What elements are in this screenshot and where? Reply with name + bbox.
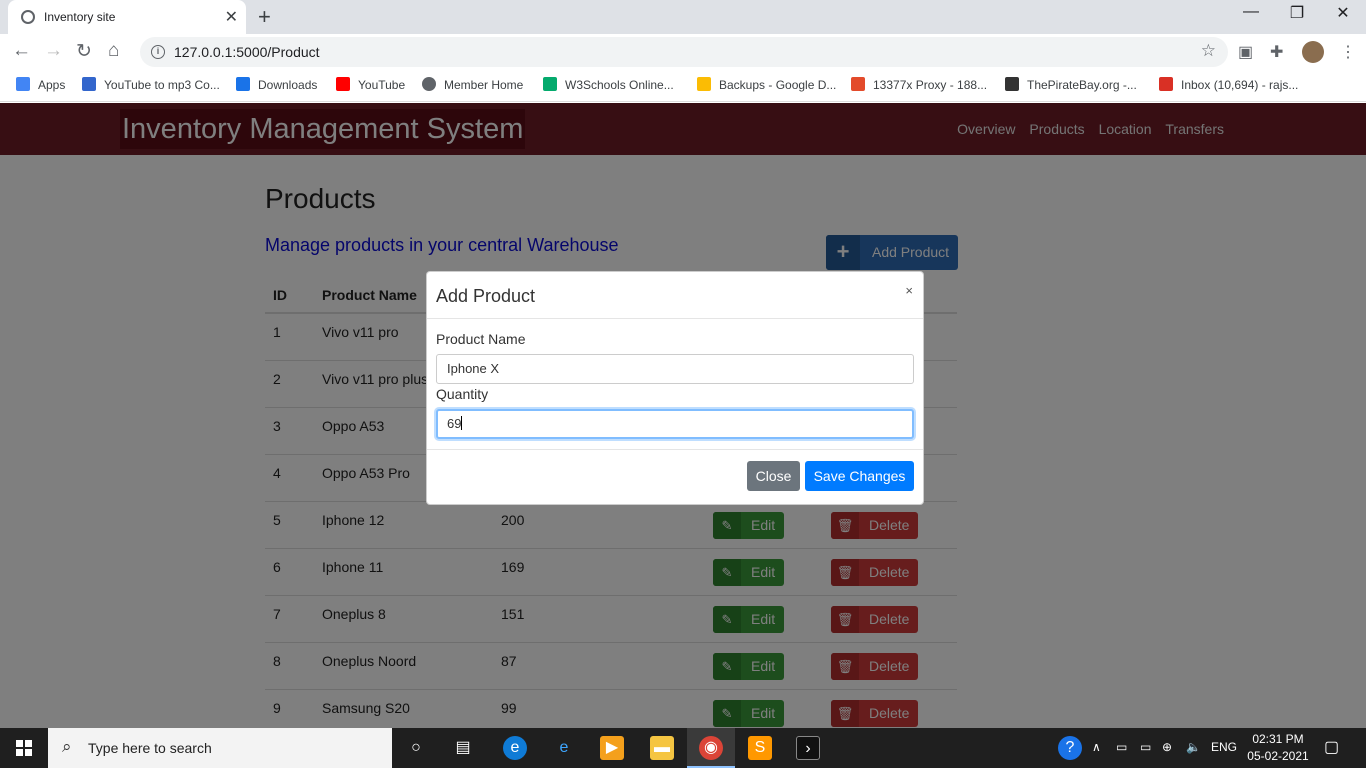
ytmp3-icon — [82, 77, 96, 91]
apps-grid-icon — [16, 77, 30, 91]
site-info-icon[interactable]: i — [151, 45, 165, 59]
globe-icon — [422, 77, 436, 91]
notification-icon[interactable]: ▢ — [1324, 737, 1339, 757]
edge-icon[interactable]: e — [503, 736, 527, 760]
bookmark-piratebay[interactable]: ThePirateBay.org -... — [1005, 77, 1137, 92]
tray-chevron-icon[interactable]: ∧ — [1092, 740, 1101, 754]
globe-icon — [21, 10, 35, 24]
ship-icon — [1005, 77, 1019, 91]
bookmark-downloads[interactable]: Downloads — [236, 77, 317, 92]
start-button[interactable] — [0, 728, 48, 768]
add-product-modal: Add Product × Product Name Iphone X Quan… — [426, 271, 924, 505]
task-view-icon[interactable]: ▤ — [451, 736, 475, 760]
url-text: 127.0.0.1:5000/Product — [174, 44, 320, 60]
google-drive-icon — [697, 77, 711, 91]
taskbar-search[interactable]: ⌕ Type here to search — [48, 728, 392, 768]
chrome-icon[interactable]: ◉ — [699, 736, 723, 760]
quantity-label: Quantity — [436, 386, 489, 402]
bookmarks-bar: Apps YouTube to mp3 Co... Downloads YouT… — [0, 70, 1366, 102]
cortana-icon[interactable]: ○ — [404, 736, 428, 760]
forward-icon[interactable]: → — [44, 40, 63, 62]
new-tab-button[interactable]: + — [258, 4, 271, 30]
address-bar[interactable]: i 127.0.0.1:5000/Product ☆ — [140, 37, 1228, 67]
windows-logo-icon — [16, 740, 32, 756]
windows-taskbar: ⌕ Type here to search ○ ▤ e e ▶ ▬ ◉ S › … — [0, 728, 1366, 768]
back-icon[interactable]: ← — [12, 40, 31, 62]
menu-dots-icon[interactable]: ⋮ — [1340, 42, 1356, 62]
x-icon — [851, 77, 865, 91]
modal-header: Add Product × — [427, 272, 923, 319]
bookmark-yt-mp3[interactable]: YouTube to mp3 Co... — [82, 77, 220, 92]
ie-icon[interactable]: e — [552, 736, 576, 760]
media-player-icon[interactable]: ▶ — [600, 736, 624, 760]
clock-date: 05-02-2021 — [1247, 749, 1309, 763]
battery-icon[interactable]: ▭ — [1140, 740, 1151, 754]
save-changes-button[interactable]: Save Changes — [805, 461, 914, 491]
window-close-icon[interactable]: ✕ — [1320, 3, 1366, 23]
bookmark-w3schools[interactable]: W3Schools Online... — [543, 77, 674, 92]
puzzle-icon[interactable]: ✚ — [1270, 42, 1283, 62]
youtube-icon — [336, 77, 350, 91]
quantity-input[interactable]: 69 — [436, 409, 914, 439]
search-icon: ⌕ — [62, 737, 72, 756]
reload-icon[interactable]: ↻ — [76, 40, 92, 63]
network-icon[interactable]: ⊕ — [1162, 740, 1172, 754]
bookmark-member-home[interactable]: Member Home — [422, 77, 523, 92]
meet-icon[interactable]: ▭ — [1116, 740, 1127, 754]
close-button[interactable]: Close — [747, 461, 800, 491]
bookmark-star-icon[interactable]: ☆ — [1201, 41, 1216, 61]
browser-tab-strip: Inventory site ✕ + — ❐ ✕ — [0, 0, 1366, 34]
modal-footer: Close Save Changes — [427, 449, 923, 505]
search-placeholder: Type here to search — [88, 740, 212, 756]
tab-title: Inventory site — [44, 10, 116, 24]
extension-icon[interactable]: ▣ — [1238, 42, 1253, 62]
bookmark-youtube[interactable]: YouTube — [336, 77, 405, 92]
volume-icon[interactable]: 🔈 — [1186, 740, 1201, 754]
minimize-icon[interactable]: — — [1228, 3, 1274, 21]
help-icon[interactable]: ? — [1058, 736, 1082, 760]
browser-tab[interactable]: Inventory site ✕ — [8, 0, 246, 34]
product-name-label: Product Name — [436, 331, 526, 347]
file-explorer-icon[interactable]: ▬ — [650, 736, 674, 760]
bookmark-gmail[interactable]: Inbox (10,694) - rajs... — [1159, 77, 1298, 92]
w3schools-icon — [543, 77, 557, 91]
sublime-icon[interactable]: S — [748, 736, 772, 760]
product-name-input[interactable]: Iphone X — [436, 354, 914, 384]
gmail-icon — [1159, 77, 1173, 91]
download-icon — [236, 77, 250, 91]
terminal-icon[interactable]: › — [796, 736, 820, 760]
text-caret — [461, 416, 463, 430]
browser-toolbar: ← → ↻ ⌂ i 127.0.0.1:5000/Product ☆ ▣ ✚ ⋮ — [0, 34, 1366, 70]
modal-close-icon[interactable]: × — [905, 283, 913, 298]
avatar[interactable] — [1302, 41, 1324, 63]
language-indicator[interactable]: ENG — [1211, 740, 1237, 754]
clock-time: 02:31 PM — [1252, 732, 1304, 746]
modal-title: Add Product — [436, 286, 536, 306]
restore-icon[interactable]: ❐ — [1274, 3, 1320, 23]
bookmark-google-drive[interactable]: Backups - Google D... — [697, 77, 836, 92]
system-clock[interactable]: 02:31 PM 05-02-2021 — [1246, 731, 1310, 765]
home-icon[interactable]: ⌂ — [108, 40, 119, 62]
close-tab-icon[interactable]: ✕ — [225, 7, 238, 27]
bookmark-1337x[interactable]: 13377x Proxy - 188... — [851, 77, 987, 92]
web-page: Inventory Management System Overview Pro… — [0, 103, 1366, 728]
bookmark-apps[interactable]: Apps — [16, 77, 65, 92]
